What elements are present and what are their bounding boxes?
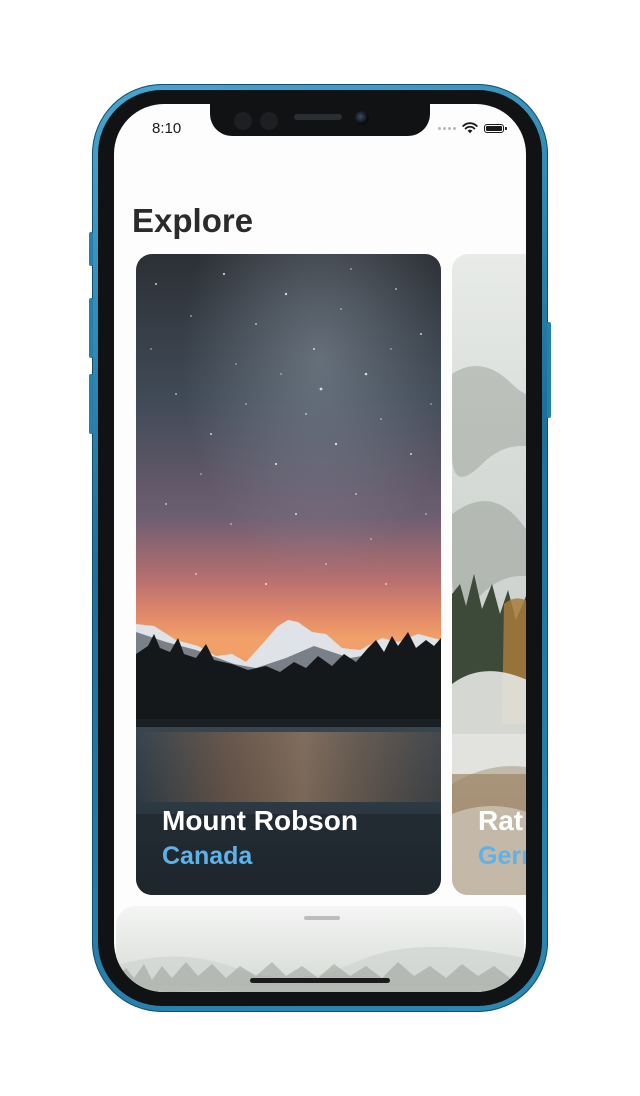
destination-card[interactable]: Rat Gerr	[452, 254, 526, 895]
card-subtitle: Gerr	[478, 842, 526, 870]
earpiece-speaker	[294, 114, 342, 120]
power-button	[547, 322, 551, 418]
wifi-icon	[462, 122, 478, 134]
card-title: Mount Robson	[162, 805, 358, 836]
home-indicator[interactable]	[250, 978, 390, 983]
status-icons	[438, 122, 507, 134]
destination-card[interactable]: Mount Robson Canada	[136, 254, 441, 895]
notch	[210, 104, 430, 136]
signal-dots-icon	[438, 126, 456, 130]
sensor	[260, 112, 278, 130]
volume-down-button	[89, 374, 93, 434]
battery-icon	[484, 123, 507, 133]
card-title: Rat	[478, 805, 524, 836]
front-camera	[355, 111, 369, 125]
status-time: 8:10	[152, 120, 182, 137]
silent-switch	[89, 232, 93, 266]
card-subtitle: Canada	[162, 842, 253, 870]
volume-up-button	[89, 298, 93, 358]
sensor	[234, 112, 252, 130]
sheet-drag-handle[interactable]	[304, 916, 340, 920]
card-photo-foggy-forest	[452, 254, 526, 895]
page-title: Explore	[132, 202, 254, 239]
phone-screen: 8:10 Explore Mount Robson Canada Rat Ger…	[114, 104, 526, 992]
card-photo-mountain-night	[136, 254, 441, 895]
